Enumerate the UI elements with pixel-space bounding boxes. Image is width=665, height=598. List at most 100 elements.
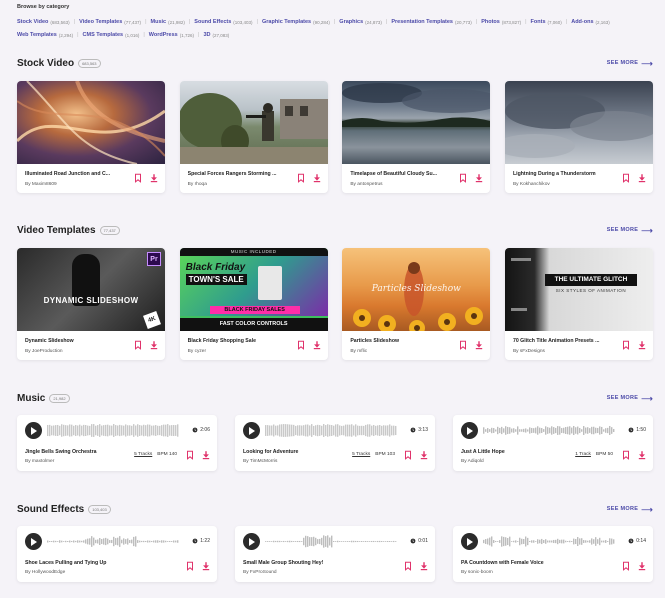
play-button[interactable] bbox=[25, 422, 42, 439]
video-template-card[interactable]: Particles Slideshow Particles Slideshow … bbox=[342, 248, 491, 360]
download-icon[interactable] bbox=[637, 173, 647, 183]
item-author[interactable]: By HollywoodEdge bbox=[25, 570, 65, 575]
item-title[interactable]: Dynamic Slideshow bbox=[25, 338, 131, 344]
download-icon[interactable] bbox=[149, 173, 159, 183]
item-author[interactable]: By Adiqold bbox=[461, 459, 484, 464]
video-thumbnail[interactable]: Particles Slideshow bbox=[342, 248, 491, 331]
download-icon[interactable] bbox=[474, 340, 484, 350]
item-title[interactable]: Jingle Bells Swing Orchestra bbox=[25, 449, 97, 455]
waveform[interactable] bbox=[483, 424, 615, 437]
waveform[interactable] bbox=[483, 535, 615, 548]
see-more-link[interactable]: SEE MORE ⟶ bbox=[607, 505, 653, 514]
see-more-link[interactable]: SEE MORE ⟶ bbox=[607, 394, 653, 403]
bookmark-icon[interactable] bbox=[621, 450, 631, 460]
sound-effect-card[interactable]: 0:14 PA Countdown with Female Voice By s… bbox=[453, 526, 653, 582]
category-photos[interactable]: Photos (873,827) | bbox=[481, 16, 526, 29]
item-title[interactable]: Illuminated Road Junction and C... bbox=[25, 171, 131, 177]
bookmark-icon[interactable] bbox=[133, 340, 143, 350]
download-icon[interactable] bbox=[637, 450, 647, 460]
category-music[interactable]: Music (21,982) | bbox=[151, 16, 191, 29]
waveform[interactable] bbox=[265, 535, 397, 548]
category-video-templates[interactable]: Video Templates (77,437) | bbox=[79, 16, 146, 29]
waveform[interactable] bbox=[265, 424, 397, 437]
see-more-link[interactable]: SEE MORE ⟶ bbox=[607, 226, 653, 235]
sound-effect-card[interactable]: 0:01 Small Male Group Shouting Hey! By F… bbox=[235, 526, 435, 582]
item-title[interactable]: Small Male Group Shouting Hey! bbox=[243, 560, 323, 566]
stock-video-card[interactable]: Lightning During a Thunderstorm By Kokha… bbox=[504, 81, 653, 193]
category-wordpress[interactable]: WordPress (1,726) | bbox=[149, 29, 200, 42]
bookmark-icon[interactable] bbox=[621, 561, 631, 571]
play-button[interactable] bbox=[243, 422, 260, 439]
see-more-link[interactable]: SEE MORE ⟶ bbox=[607, 59, 653, 68]
item-title[interactable]: Black Friday Shopping Sale bbox=[188, 338, 294, 344]
category-sound-effects[interactable]: Sound Effects (103,403) | bbox=[194, 16, 258, 29]
item-title[interactable]: Timelapse of Beautiful Cloudy Su... bbox=[350, 171, 456, 177]
item-title[interactable]: Special Forces Rangers Storming ... bbox=[188, 171, 294, 177]
category-graphic-templates[interactable]: Graphic Templates (90,284) | bbox=[262, 16, 335, 29]
category-add-ons[interactable]: Add-ons (2,163) bbox=[571, 16, 610, 29]
category-presentation-templates[interactable]: Presentation Templates (20,773) | bbox=[391, 16, 477, 29]
item-author[interactable]: By sonic-boom bbox=[461, 570, 493, 575]
play-button[interactable] bbox=[243, 533, 260, 550]
tracks-link[interactable]: 1 Track bbox=[575, 452, 591, 457]
download-icon[interactable] bbox=[637, 561, 647, 571]
video-thumbnail[interactable] bbox=[179, 81, 328, 164]
bookmark-icon[interactable] bbox=[621, 173, 631, 183]
play-button[interactable] bbox=[461, 422, 478, 439]
video-thumbnail[interactable] bbox=[342, 81, 491, 164]
stock-video-card[interactable]: Special Forces Rangers Storming ... By r… bbox=[179, 81, 328, 193]
video-thumbnail[interactable] bbox=[17, 81, 165, 164]
download-icon[interactable] bbox=[419, 450, 429, 460]
video-template-card[interactable]: Pr DYNAMIC SLIDESHOW 4K Dynamic Slidesho… bbox=[17, 248, 165, 360]
tracks-link[interactable]: 5 Tracks bbox=[134, 452, 152, 457]
bookmark-icon[interactable] bbox=[403, 561, 413, 571]
video-thumbnail[interactable]: MUSIC INCLUDED Black Friday TOWN'S SALE … bbox=[179, 248, 328, 331]
video-thumbnail[interactable] bbox=[504, 81, 653, 164]
download-icon[interactable] bbox=[312, 340, 322, 350]
download-icon[interactable] bbox=[474, 173, 484, 183]
music-card[interactable]: 3:13 Looking for Adventure By TimMcMorri… bbox=[235, 415, 435, 471]
play-button[interactable] bbox=[25, 533, 42, 550]
bookmark-icon[interactable] bbox=[458, 340, 468, 350]
play-button[interactable] bbox=[461, 533, 478, 550]
bookmark-icon[interactable] bbox=[621, 340, 631, 350]
item-title[interactable]: PA Countdown with Female Voice bbox=[461, 560, 544, 566]
download-icon[interactable] bbox=[201, 450, 211, 460]
music-card[interactable]: 1:50 Just A Little Hope By Adiqold 1 Tra… bbox=[453, 415, 653, 471]
item-title[interactable]: Shoe Laces Pulling and Tying Up bbox=[25, 560, 106, 566]
item-author[interactable]: By TimMcMorris bbox=[243, 459, 277, 464]
download-icon[interactable] bbox=[149, 340, 159, 350]
category-cms-templates[interactable]: CMS Templates (1,016) | bbox=[83, 29, 145, 42]
bookmark-icon[interactable] bbox=[296, 340, 306, 350]
bookmark-icon[interactable] bbox=[458, 173, 468, 183]
category-fonts[interactable]: Fonts (7,060) | bbox=[531, 16, 568, 29]
item-author[interactable]: By FxProSound bbox=[243, 570, 277, 575]
item-title[interactable]: Just A Little Hope bbox=[461, 449, 505, 455]
stock-video-card[interactable]: Illuminated Road Junction and C... By Ma… bbox=[17, 81, 165, 193]
tracks-link[interactable]: 5 Tracks bbox=[352, 452, 370, 457]
category-graphics[interactable]: Graphics (24,873) | bbox=[339, 16, 387, 29]
item-title[interactable]: Looking for Adventure bbox=[243, 449, 298, 455]
bookmark-icon[interactable] bbox=[296, 173, 306, 183]
video-template-card[interactable]: THE ULTIMATE GLITCH SIX STYLES OF ANIMAT… bbox=[504, 248, 653, 360]
category-3d[interactable]: 3D (27,083) bbox=[203, 29, 229, 42]
download-icon[interactable] bbox=[312, 173, 322, 183]
bookmark-icon[interactable] bbox=[133, 173, 143, 183]
download-icon[interactable] bbox=[201, 561, 211, 571]
download-icon[interactable] bbox=[419, 561, 429, 571]
item-title[interactable]: 70 Glitch Title Animation Presets ... bbox=[513, 338, 619, 344]
bookmark-icon[interactable] bbox=[185, 561, 195, 571]
category-web-templates[interactable]: Web Templates (2,294) | bbox=[17, 29, 79, 42]
item-title[interactable]: Lightning During a Thunderstorm bbox=[513, 171, 619, 177]
bookmark-icon[interactable] bbox=[185, 450, 195, 460]
sound-effect-card[interactable]: 1:22 Shoe Laces Pulling and Tying Up By … bbox=[17, 526, 217, 582]
item-title[interactable]: Particles Slideshow bbox=[350, 338, 456, 344]
music-card[interactable]: 2:06 Jingle Bells Swing Orchestra By max… bbox=[17, 415, 217, 471]
waveform[interactable] bbox=[47, 424, 179, 437]
bookmark-icon[interactable] bbox=[403, 450, 413, 460]
waveform[interactable] bbox=[47, 535, 179, 548]
download-icon[interactable] bbox=[637, 340, 647, 350]
category-stock-video[interactable]: Stock Video (683,563) | bbox=[17, 16, 75, 29]
video-thumbnail[interactable]: THE ULTIMATE GLITCH SIX STYLES OF ANIMAT… bbox=[504, 248, 653, 331]
stock-video-card[interactable]: Timelapse of Beautiful Cloudy Su... By a… bbox=[342, 81, 491, 193]
